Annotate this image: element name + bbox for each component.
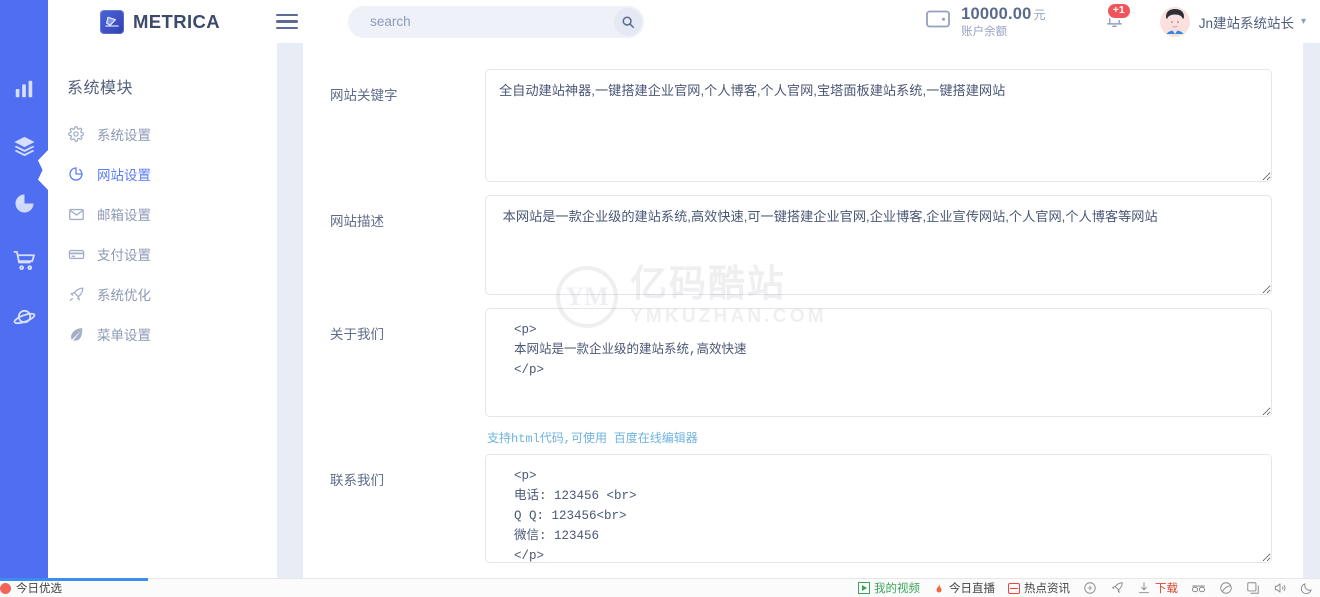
- balance-amount: 10000.00: [961, 5, 1031, 23]
- rocket-icon: [67, 285, 85, 303]
- taskbar-left-label: 今日优选: [16, 580, 62, 596]
- balance-label: 账户余额: [961, 23, 1046, 39]
- flame-icon: [933, 582, 945, 595]
- credit-card-icon: [67, 245, 85, 263]
- pie-chart-icon[interactable]: [11, 190, 37, 216]
- field-label: 网站关键字: [303, 69, 485, 187]
- taskbar-left[interactable]: 今日优选: [0, 580, 62, 596]
- form-row-about-us: 关于我们 支持html代码,可使用 百度在线编辑器: [303, 308, 1303, 446]
- hamburger-menu-icon[interactable]: [276, 14, 298, 29]
- sidebar-menu: 系统设置 网站设置 邮箱设置 支付设置: [48, 114, 277, 354]
- shopping-cart-icon[interactable]: [11, 247, 37, 273]
- main-content: YM 亿码酷站 YMKUZHAN.COM 网站关键字 网站描述 关于我: [303, 43, 1303, 578]
- window-icon: [1246, 581, 1260, 595]
- taskbar-my-videos[interactable]: 我的视频: [858, 580, 920, 596]
- form-row-description: 网站描述: [303, 195, 1303, 300]
- form-row-contact-us: 联系我们: [303, 454, 1303, 568]
- sidebar-item-label: 网站设置: [97, 164, 151, 184]
- mail-icon: [67, 205, 85, 223]
- clock-pie-icon: [67, 165, 85, 183]
- left-icon-rail: [0, 0, 48, 578]
- avatar[interactable]: [1160, 7, 1190, 37]
- notification-badge: +1: [1108, 4, 1130, 19]
- wallet-balance[interactable]: 10000.00元 账户余额: [925, 5, 1046, 39]
- volume-icon: [1273, 581, 1287, 595]
- wallet-icon: [925, 7, 951, 36]
- contact-us-input[interactable]: [485, 454, 1272, 563]
- user-name[interactable]: Jn建站系统站长: [1199, 12, 1294, 32]
- content-scrollbar[interactable]: [1303, 43, 1320, 578]
- layers-icon[interactable]: [11, 133, 37, 159]
- website-description-input[interactable]: [485, 195, 1272, 295]
- top-header: METRICA 10000.00元 账户余额 +1: [48, 0, 1320, 43]
- notification-bell[interactable]: +1: [1102, 7, 1128, 37]
- about-us-input[interactable]: [485, 308, 1272, 417]
- leaf-icon: [67, 325, 85, 343]
- sidebar-item-label: 系统设置: [97, 124, 151, 144]
- sidebar-item-label: 系统优化: [97, 284, 151, 304]
- sidebar-item-system-settings[interactable]: 系统设置: [48, 114, 277, 154]
- shield-leaf-icon: [1219, 581, 1233, 595]
- moon-icon: [1300, 581, 1314, 595]
- taskbar-window[interactable]: [1246, 581, 1260, 595]
- search-input[interactable]: [348, 14, 644, 29]
- baidu-editor-link[interactable]: 百度在线编辑器: [614, 432, 698, 446]
- taskbar-right: 我的视频 今日直播 热点资讯: [858, 580, 1320, 596]
- search-box[interactable]: [348, 6, 644, 38]
- taskbar-download[interactable]: 下载: [1137, 580, 1178, 596]
- website-keywords-input[interactable]: [485, 69, 1272, 182]
- content-gutter: [277, 43, 303, 578]
- sidebar-item-payment-settings[interactable]: 支付设置: [48, 234, 277, 274]
- sidebar-item-label: 邮箱设置: [97, 204, 151, 224]
- form-row-keywords: 网站关键字: [303, 69, 1303, 187]
- taskbar-moon[interactable]: [1300, 581, 1314, 595]
- app-root: METRICA 10000.00元 账户余额 +1: [0, 0, 1320, 597]
- header-right: 10000.00元 账户余额 +1: [925, 5, 1320, 39]
- field-label: 关于我们: [303, 308, 485, 446]
- sidebar-item-label: 菜单设置: [97, 324, 151, 344]
- gear-icon: [67, 125, 85, 143]
- taskbar-glasses[interactable]: [1191, 582, 1206, 595]
- website-settings-form: YM 亿码酷站 YMKUZHAN.COM 网站关键字 网站描述 关于我: [303, 43, 1303, 568]
- field-label: 网站描述: [303, 195, 485, 300]
- taskbar-compass[interactable]: [1083, 581, 1097, 595]
- sidebar-item-label: 支付设置: [97, 244, 151, 264]
- sidebar: 系统模块 系统设置 网站设置 邮箱设置: [48, 43, 277, 578]
- news-icon: [1008, 583, 1020, 594]
- browser-taskbar: 今日优选 我的视频 今日直播 热点资讯: [0, 578, 1320, 597]
- sidebar-title: 系统模块: [48, 43, 277, 98]
- brand-name: METRICA: [133, 11, 220, 33]
- chevron-down-icon[interactable]: ▾: [1301, 16, 1306, 27]
- rocket-icon: [1110, 581, 1124, 595]
- taskbar-item-label: 今日直播: [949, 580, 995, 596]
- bar-chart-icon[interactable]: [11, 76, 37, 102]
- download-icon: [1137, 581, 1151, 595]
- video-play-icon: [858, 582, 870, 594]
- sidebar-item-menu-settings[interactable]: 菜单设置: [48, 314, 277, 354]
- sidebar-item-email-settings[interactable]: 邮箱设置: [48, 194, 277, 234]
- about-us-hint: 支持html代码,可使用 百度在线编辑器: [485, 422, 1272, 446]
- sidebar-item-website-settings[interactable]: 网站设置: [48, 154, 277, 194]
- glasses-icon: [1191, 582, 1206, 595]
- taskbar-rocket[interactable]: [1110, 581, 1124, 595]
- field-label: 联系我们: [303, 454, 485, 568]
- red-dot-icon: [0, 583, 11, 594]
- taskbar-item-label: 我的视频: [874, 580, 920, 596]
- balance-unit: 元: [1034, 8, 1046, 22]
- hint-prefix: 支持html代码,可使用: [487, 432, 607, 446]
- taskbar-shield[interactable]: [1219, 581, 1233, 595]
- laptop-logo-icon: [100, 10, 124, 34]
- page-load-progress: [0, 578, 148, 581]
- taskbar-live-today[interactable]: 今日直播: [933, 580, 995, 596]
- sidebar-item-system-optimization[interactable]: 系统优化: [48, 274, 277, 314]
- search-icon[interactable]: [614, 8, 642, 36]
- brand[interactable]: METRICA: [100, 10, 220, 34]
- planet-icon[interactable]: [11, 304, 37, 330]
- taskbar-hot-news[interactable]: 热点资讯: [1008, 580, 1070, 596]
- taskbar-item-label: 下载: [1155, 580, 1178, 596]
- taskbar-item-label: 热点资讯: [1024, 580, 1070, 596]
- taskbar-volume[interactable]: [1273, 581, 1287, 595]
- compass-icon: [1083, 581, 1097, 595]
